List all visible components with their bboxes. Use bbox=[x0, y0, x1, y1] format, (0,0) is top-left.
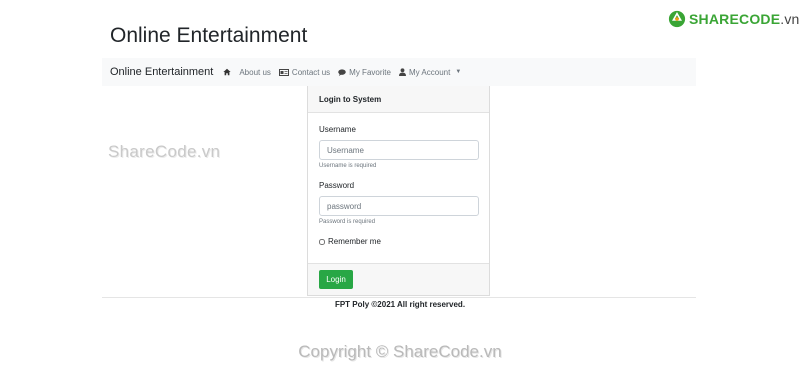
login-button[interactable]: Login bbox=[319, 270, 353, 289]
chevron-down-icon: ▼ bbox=[455, 69, 462, 75]
username-hint: Username is required bbox=[319, 163, 377, 169]
footer-divider bbox=[102, 297, 696, 298]
password-hint: Password is required bbox=[319, 219, 376, 225]
navbar: Online Entertainment About us Contact us… bbox=[102, 58, 696, 86]
footer-copyright: FPT Poly ©2021 All right reserved. bbox=[334, 300, 466, 309]
login-card-title: Login to System bbox=[308, 86, 489, 113]
page-title: Online Entertainment bbox=[110, 24, 308, 47]
password-label: Password bbox=[319, 181, 355, 190]
nav-home[interactable] bbox=[223, 68, 231, 76]
logo-text: SHARECODE.vn bbox=[689, 11, 800, 27]
user-icon bbox=[398, 68, 406, 76]
nav-contact-us[interactable]: Contact us bbox=[278, 68, 330, 77]
password-input[interactable] bbox=[319, 196, 479, 216]
nav-about-us[interactable]: About us bbox=[239, 68, 271, 77]
navbar-brand[interactable]: Online Entertainment bbox=[110, 66, 213, 78]
card-icon bbox=[278, 68, 289, 76]
nav-my-favorite[interactable]: My Favorite bbox=[338, 68, 391, 77]
sharecode-logo: SHARECODE.vn bbox=[668, 10, 800, 28]
home-icon bbox=[223, 68, 231, 76]
nav-my-account[interactable]: My Account ▼ bbox=[398, 68, 462, 77]
login-card: Login to System Username Username is req… bbox=[307, 86, 490, 296]
recycle-logo-icon bbox=[668, 10, 686, 28]
remember-me-checkbox[interactable] bbox=[319, 238, 325, 245]
remember-me: Remember me bbox=[319, 237, 478, 246]
username-label: Username bbox=[319, 125, 356, 134]
login-card-footer: Login bbox=[308, 263, 489, 295]
username-input[interactable] bbox=[319, 140, 479, 160]
watermark-bottom: Copyright © ShareCode.vn bbox=[298, 342, 502, 361]
remember-me-label: Remember me bbox=[328, 237, 381, 246]
comment-icon bbox=[338, 68, 346, 76]
watermark-side: ShareCode.vn bbox=[108, 142, 221, 161]
